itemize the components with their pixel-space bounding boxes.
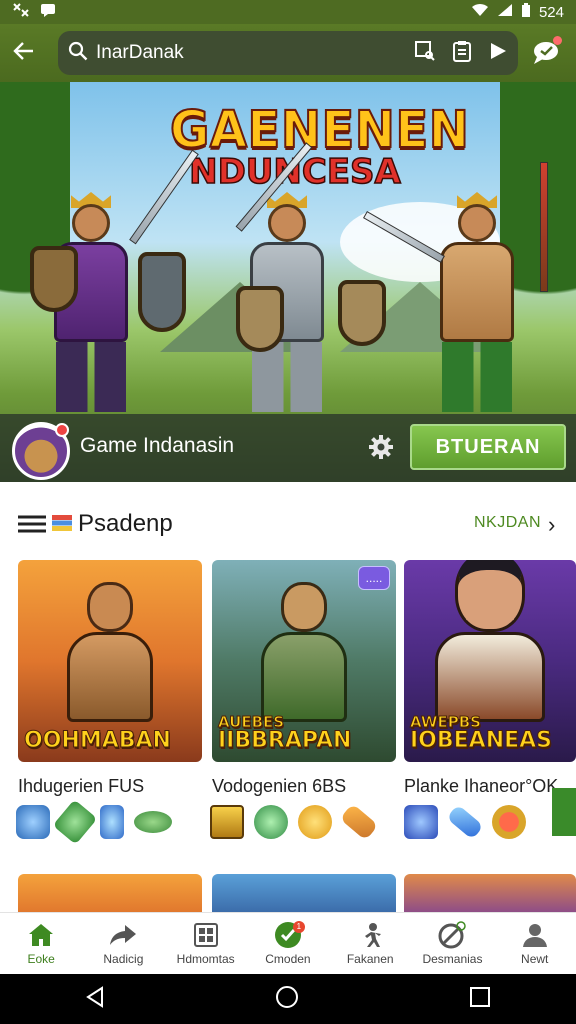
nav-label: Fakanen xyxy=(346,952,394,966)
nav-item-block[interactable]: Desmanias xyxy=(411,913,493,975)
person-icon xyxy=(521,922,549,948)
card-title[interactable]: Vodogenien 6BS xyxy=(212,776,346,797)
scroll-icon xyxy=(210,805,244,839)
grid-icon xyxy=(192,922,220,948)
nav-item-share[interactable]: Nadicig xyxy=(82,913,164,975)
card-character xyxy=(435,560,545,722)
message-icon xyxy=(40,2,56,22)
card-label: AWEPBS IOBEANEAS xyxy=(409,713,553,753)
home-icon xyxy=(27,922,55,948)
bottom-navigation: Eoke Nadicig Hdmomtas 1 Cmoden Fakanen D… xyxy=(0,912,576,974)
warrior-right xyxy=(440,192,514,412)
game-card[interactable]: ..... AUEBES IIBBRAPAN xyxy=(212,560,396,762)
recents-square-icon[interactable] xyxy=(469,986,491,1013)
game-avatar[interactable] xyxy=(12,422,70,480)
runner-icon xyxy=(356,922,384,948)
nav-item-runner[interactable]: Fakanen xyxy=(329,913,411,975)
signal-icon xyxy=(497,3,513,21)
section-header: Psadenp NKJDAN › xyxy=(0,500,576,548)
nav-label: Eoke xyxy=(27,952,55,966)
banner-title: GAENENEN NDUNCESA xyxy=(169,100,470,193)
nav-item-home[interactable]: Eoke xyxy=(0,913,82,975)
search-bar[interactable]: InarDanak xyxy=(58,31,518,75)
card-more-button[interactable]: ..... xyxy=(358,566,390,590)
shield-left xyxy=(30,246,78,312)
potion-icon xyxy=(100,805,124,839)
banner-title-line1: GAENENEN xyxy=(169,100,470,161)
chat-button[interactable] xyxy=(526,34,566,74)
nav-label: Desmanias xyxy=(422,952,483,966)
item-row xyxy=(404,802,526,842)
system-navigation-bar xyxy=(0,974,576,1024)
search-input[interactable]: InarDanak xyxy=(96,42,414,64)
tools-icon xyxy=(12,2,30,22)
nav-item-profile[interactable]: Newt xyxy=(494,913,576,975)
dice-icon xyxy=(16,805,50,839)
card-title[interactable]: Planke Ihaneor°OK xyxy=(404,776,558,797)
nav-item-grid[interactable]: Hdmomtas xyxy=(165,913,247,975)
avatar-badge xyxy=(55,423,69,437)
card-title[interactable]: Ihdugerien FUS xyxy=(18,776,144,797)
battery-item-icon xyxy=(446,804,484,840)
edge-card-tab[interactable] xyxy=(552,788,576,836)
chest-icon xyxy=(254,805,288,839)
wrench-icon xyxy=(52,799,98,845)
featured-game-name[interactable]: Game Indanasin xyxy=(80,434,234,458)
game-card-partial[interactable] xyxy=(404,874,576,914)
card-character xyxy=(67,582,153,722)
medal-icon xyxy=(492,805,526,839)
spear-right xyxy=(540,162,548,292)
battery-icon xyxy=(521,2,531,22)
sword-left xyxy=(129,149,199,245)
nav-item-check[interactable]: 1 Cmoden xyxy=(247,913,329,975)
share-icon xyxy=(109,922,137,948)
nav-label: Nadicig xyxy=(103,952,144,966)
shield-middle xyxy=(236,286,284,352)
featured-game-bar: Game Indanasin BTUERAN xyxy=(0,414,576,482)
chat-notification-dot xyxy=(553,36,562,45)
back-button[interactable] xyxy=(2,31,46,75)
home-circle-icon[interactable] xyxy=(275,985,299,1014)
status-bar: 524 xyxy=(0,0,576,24)
item-row xyxy=(16,799,172,845)
leaf-icon xyxy=(134,811,172,833)
back-triangle-icon[interactable] xyxy=(85,985,105,1013)
game-card[interactable]: OOHMABAN xyxy=(18,560,202,762)
gear-icon[interactable] xyxy=(368,434,394,460)
axe-icon xyxy=(339,803,379,841)
see-more-link[interactable]: NKJDAN xyxy=(474,514,541,532)
game-card[interactable]: AWEPBS IOBEANEAS xyxy=(404,560,576,762)
screen-search-icon[interactable] xyxy=(414,40,436,67)
nav-label: Cmoden xyxy=(265,952,311,966)
install-button[interactable]: BTUERAN xyxy=(410,424,566,470)
nav-label: Newt xyxy=(521,952,549,966)
shield-left-2 xyxy=(138,252,186,332)
orb-icon xyxy=(298,805,332,839)
game-card-partial[interactable] xyxy=(212,874,396,914)
featured-banner[interactable]: GAENENEN NDUNCESA Game Indanasin BTUERAN xyxy=(0,82,576,482)
card-character xyxy=(261,582,347,722)
menu-icon[interactable] xyxy=(18,515,46,533)
nav-label: Hdmomtas xyxy=(176,952,235,966)
nav-badge: 1 xyxy=(292,921,305,933)
clipboard-icon[interactable] xyxy=(452,40,472,67)
item-row xyxy=(210,802,379,842)
search-icon xyxy=(68,41,88,66)
status-time: 524 xyxy=(538,3,564,21)
back-icon xyxy=(13,41,35,66)
no-entry-icon xyxy=(438,921,467,949)
wifi-icon xyxy=(471,3,489,21)
flag-icon xyxy=(52,515,72,531)
card-label: OOHMABAN xyxy=(24,728,172,753)
card-label: AUEBES IIBBRAPAN xyxy=(217,713,352,753)
game-card-partial[interactable] xyxy=(18,874,202,914)
app-bar: InarDanak xyxy=(0,24,576,82)
gem-icon xyxy=(404,805,438,839)
section-title: Psadenp xyxy=(78,510,173,537)
shield-middle-2 xyxy=(338,280,386,346)
chevron-right-icon[interactable]: › xyxy=(548,512,555,538)
play-icon[interactable] xyxy=(488,41,508,66)
